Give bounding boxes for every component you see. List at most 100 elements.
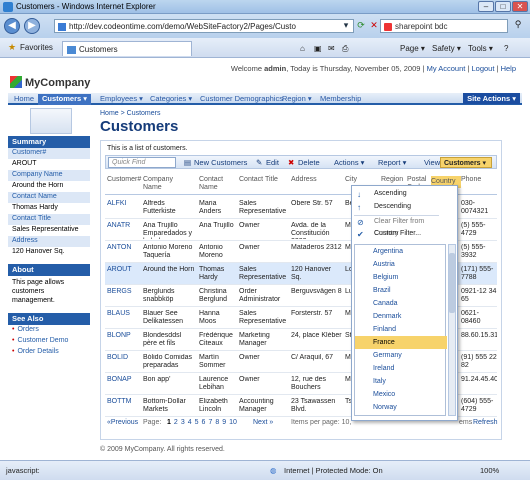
page-number[interactable]: 8 (215, 419, 219, 426)
col-address[interactable]: Address (291, 176, 317, 184)
search-icon[interactable]: ⚲ (510, 19, 526, 33)
security-zone[interactable]: Internet | Protected Mode: On (284, 466, 383, 475)
see-also-customer-demo[interactable]: Customer Demo (8, 336, 90, 347)
print-icon[interactable]: ⎙ (342, 44, 348, 54)
site-actions-button[interactable]: Site Actions ▾ (463, 93, 520, 104)
back-button[interactable]: ◀ (4, 18, 20, 34)
menu-membership[interactable]: Membership (320, 94, 361, 103)
country-list-scrollbar[interactable] (448, 244, 456, 416)
logout-link[interactable]: Logout (471, 64, 494, 73)
cell-id[interactable]: ANTON (107, 244, 139, 261)
page-number[interactable]: 2 (174, 419, 178, 426)
col-contact-name[interactable]: Contact Name (199, 176, 235, 192)
col-customer[interactable]: Customer# (107, 176, 141, 184)
maximize-button[interactable]: □ (495, 1, 511, 12)
page-number[interactable]: 6 (202, 419, 206, 426)
new-customers-button[interactable]: New Customers (194, 158, 247, 167)
cell-id[interactable]: BLONP (107, 332, 139, 349)
page-number[interactable]: 4 (188, 419, 192, 426)
country-option[interactable]: Germany (355, 349, 447, 362)
tab-page-icon (67, 46, 76, 54)
country-option[interactable]: Denmark (355, 310, 447, 323)
safety-menu[interactable]: Safety ▾ (432, 44, 461, 53)
pager-next[interactable]: Next » (253, 419, 273, 426)
country-option[interactable]: Argentina (355, 245, 447, 258)
tools-menu[interactable]: Tools ▾ (468, 44, 493, 53)
pager-previous[interactable]: «Previous (107, 419, 138, 426)
help-link[interactable]: Help (501, 64, 516, 73)
summary-value: Around the Horn (12, 182, 64, 189)
page-number[interactable]: 1 (167, 419, 171, 426)
tab-customers[interactable]: Customers (62, 41, 192, 56)
compat-icon[interactable]: ▾ (340, 20, 352, 32)
menu-employees[interactable]: Employees ▾ (100, 94, 143, 103)
country-option[interactable]: France (355, 336, 447, 349)
sort-ascending-item[interactable]: ↓ Ascending (354, 188, 439, 200)
actions-button[interactable]: Actions ▾ (334, 158, 364, 167)
see-also-order-details[interactable]: Order Details (8, 347, 90, 358)
country-option[interactable]: Brazil (355, 284, 447, 297)
page-number[interactable]: 5 (195, 419, 199, 426)
favorites-button[interactable]: Favorites (20, 43, 53, 52)
help-menu[interactable]: ? (504, 44, 508, 53)
minimize-button[interactable]: – (478, 1, 494, 12)
country-option[interactable]: Mexico (355, 388, 447, 401)
cell-id[interactable]: ALFKI (107, 200, 139, 217)
country-option[interactable]: Finland (355, 323, 447, 336)
cell-id[interactable]: AROUT (107, 266, 139, 283)
site-logo[interactable]: MyCompany (10, 76, 90, 89)
zoom-level[interactable]: 100% (480, 466, 499, 475)
items-per-page[interactable]: Items per page: 10, (291, 419, 351, 426)
country-option[interactable]: Norway (355, 401, 447, 414)
col-contact-title[interactable]: Contact Title (239, 176, 278, 184)
favorites-star-icon[interactable]: ★ (8, 42, 16, 53)
forward-button[interactable]: ▶ (24, 18, 40, 34)
quick-find-input[interactable]: Quick Find (108, 157, 176, 168)
report-button[interactable]: Report ▾ (378, 158, 406, 167)
country-option[interactable]: Canada (355, 297, 447, 310)
menu-customers[interactable]: Customers ▾ (38, 94, 92, 105)
menu-customer-demographics[interactable]: Customer Demographics (200, 94, 283, 103)
breadcrumb[interactable]: Home > Customers (100, 110, 161, 117)
col-city[interactable]: City (345, 176, 357, 184)
col-company[interactable]: Company Name (143, 176, 191, 192)
delete-button[interactable]: Delete (298, 158, 320, 167)
cell-id[interactable]: BLAUS (107, 310, 139, 327)
col-phone[interactable]: Phone (461, 176, 481, 184)
stop-icon[interactable]: ✕ (368, 20, 380, 32)
custom-filter-item[interactable]: ✔ Custom Filter... (354, 228, 439, 240)
mail-icon[interactable]: ✉ (328, 44, 335, 53)
page-number[interactable]: 9 (222, 419, 226, 426)
page-menu[interactable]: Page ▾ (400, 44, 425, 53)
scrollbar-thumb[interactable] (449, 253, 455, 313)
page-number[interactable]: 7 (208, 419, 212, 426)
menu-home[interactable]: Home (14, 94, 34, 103)
clear-filter-item[interactable]: ⊘ Clear Filter from Country (354, 215, 439, 237)
refresh-icon[interactable]: ⟳ (355, 20, 367, 32)
feeds-icon[interactable]: ▣ (314, 44, 322, 53)
search-input[interactable]: sharepoint bdc (380, 19, 508, 33)
country-option[interactable]: Belgium (355, 271, 447, 284)
country-option[interactable]: Ireland (355, 362, 447, 375)
view-selector[interactable]: Customers ▾ (440, 157, 492, 168)
country-option[interactable]: Austria (355, 258, 447, 271)
cell-id[interactable]: BERGS (107, 288, 139, 305)
cell-id[interactable]: BONAP (107, 376, 139, 393)
menu-categories[interactable]: Categories ▾ (150, 94, 192, 103)
country-option[interactable]: Italy (355, 375, 447, 388)
edit-button[interactable]: Edit (266, 158, 279, 167)
page-number[interactable]: 3 (181, 419, 185, 426)
menu-region[interactable]: Region ▾ (282, 94, 312, 103)
cell-id[interactable]: ANATR (107, 222, 139, 239)
page-number[interactable]: 10 (229, 419, 237, 426)
see-also-orders[interactable]: Orders (8, 325, 90, 336)
address-bar[interactable]: http://dev.codeontime.com/demo/WebSiteFa… (54, 19, 354, 33)
sort-descending-item[interactable]: ↑ Descending (354, 201, 439, 213)
refresh-link[interactable]: Refresh (473, 419, 498, 426)
col-region[interactable]: Region (381, 176, 403, 184)
cell-id[interactable]: BOTTM (107, 398, 139, 415)
cell-id[interactable]: BOLID (107, 354, 139, 371)
close-button[interactable]: ✕ (512, 1, 528, 12)
my-account-link[interactable]: My Account (427, 64, 466, 73)
home-icon[interactable]: ⌂ (300, 44, 305, 53)
